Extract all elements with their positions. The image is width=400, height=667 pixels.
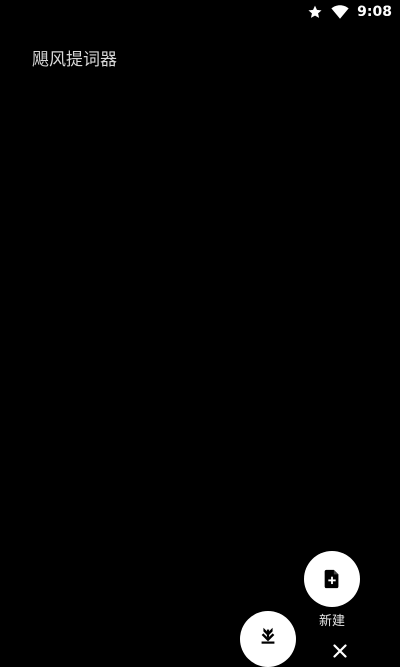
new-button-label: 新建 xyxy=(318,614,345,629)
new-button[interactable] xyxy=(304,551,360,607)
download-icon xyxy=(257,625,279,647)
status-icons: 9:08 xyxy=(307,3,392,21)
star-icon xyxy=(307,4,323,20)
import-button[interactable] xyxy=(240,611,296,667)
app-title: 飓风提词器 xyxy=(32,50,117,70)
status-time: 9:08 xyxy=(357,4,392,20)
new-file-icon xyxy=(321,568,343,590)
close-icon xyxy=(333,644,347,658)
close-menu-button[interactable] xyxy=(328,639,352,663)
status-bar: 9:08 xyxy=(0,0,400,24)
wifi-icon xyxy=(331,4,349,20)
